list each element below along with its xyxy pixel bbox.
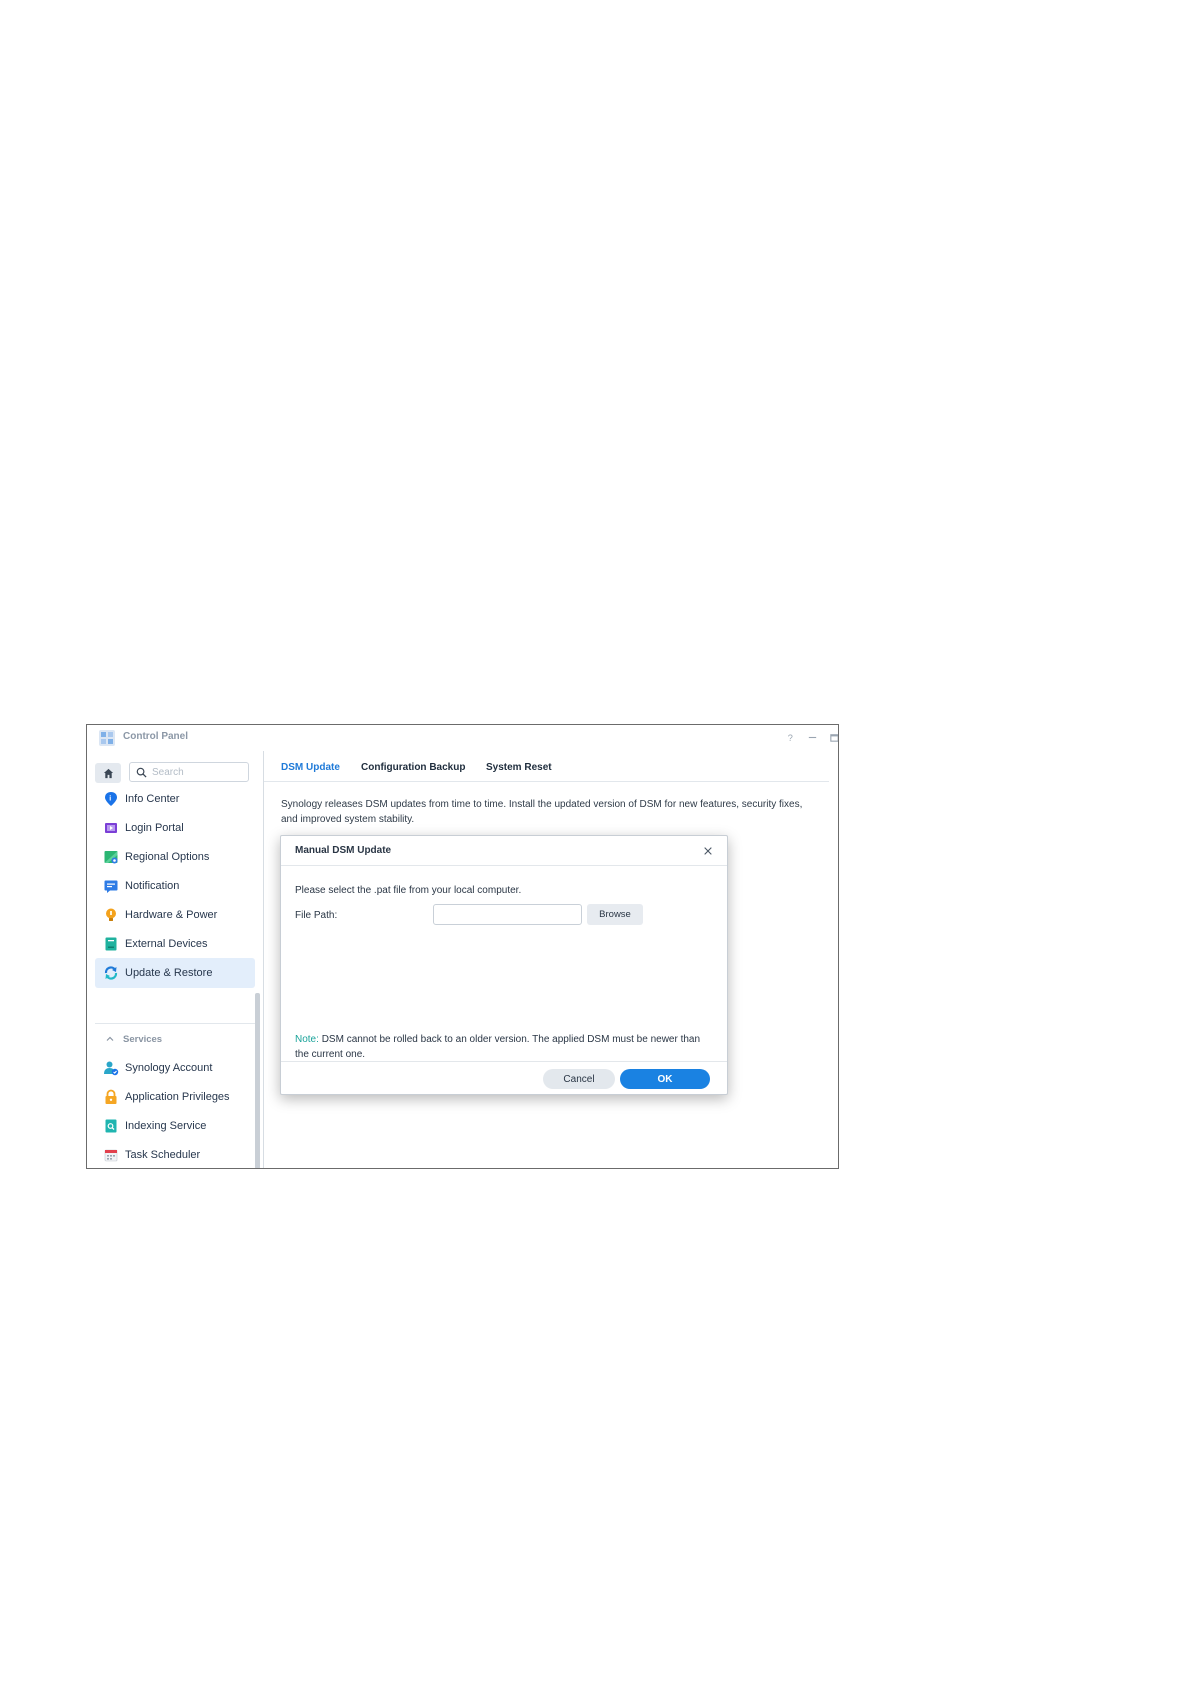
tab-bar: DSM Update Configuration Backup System R…: [264, 751, 829, 782]
sidebar-item-application-privileges[interactable]: Application Privileges: [95, 1082, 255, 1112]
cancel-button[interactable]: Cancel: [543, 1069, 615, 1089]
manual-dsm-update-dialog: Manual DSM Update Please select the .pat…: [280, 835, 728, 1095]
tab-system-reset[interactable]: System Reset: [486, 762, 552, 773]
account-icon: [103, 1060, 119, 1076]
ok-button[interactable]: OK: [620, 1069, 710, 1089]
sidebar-item-synology-account[interactable]: Synology Account: [95, 1053, 255, 1083]
sidebar-item-label: Synology Account: [125, 1062, 213, 1074]
sidebar-item-label: Notification: [125, 880, 180, 892]
title-bar: Control Panel ?: [87, 725, 838, 751]
sidebar-item-info-center[interactable]: i Info Center: [95, 784, 255, 814]
dsm-update-description: Synology releases DSM updates from time …: [281, 799, 803, 825]
sidebar-item-regional-options[interactable]: Regional Options: [95, 842, 255, 872]
tab-dsm-update[interactable]: DSM Update: [281, 762, 340, 773]
svg-text:i: i: [109, 796, 111, 803]
maximize-icon[interactable]: [825, 728, 838, 746]
note-label: Note:: [295, 1034, 319, 1045]
help-icon[interactable]: ?: [781, 728, 799, 746]
sidebar-item-notification[interactable]: Notification: [95, 871, 255, 901]
sidebar-item-label: Indexing Service: [125, 1120, 207, 1132]
login-portal-icon: [103, 820, 119, 836]
search-icon: [136, 767, 147, 778]
external-devices-icon: [103, 936, 119, 952]
svg-text:?: ?: [787, 733, 792, 743]
note-text: DSM cannot be rolled back to an older ve…: [295, 1034, 701, 1060]
dialog-header-divider: [281, 865, 727, 866]
dialog-note: Note: DSM cannot be rolled back to an ol…: [295, 1032, 705, 1062]
tab-configuration-backup[interactable]: Configuration Backup: [361, 762, 465, 773]
bulb-icon: [103, 907, 119, 923]
sidebar-item-update-restore[interactable]: Update & Restore: [95, 958, 255, 988]
indexing-icon: [103, 1118, 119, 1134]
control-panel-icon: [98, 729, 116, 747]
search-box[interactable]: [129, 762, 249, 782]
sidebar-item-label: Application Privileges: [125, 1091, 230, 1103]
minimize-icon[interactable]: [803, 728, 821, 746]
sidebar-item-label: Hardware & Power: [125, 909, 218, 921]
notification-icon: [103, 878, 119, 894]
sidebar-item-label: Login Portal: [125, 822, 184, 834]
sidebar-item-external-devices[interactable]: External Devices: [95, 929, 255, 959]
close-icon[interactable]: [701, 844, 715, 858]
home-icon: [103, 768, 113, 778]
sidebar-item-indexing-service[interactable]: Indexing Service: [95, 1111, 255, 1141]
file-path-field[interactable]: [433, 904, 582, 925]
window-title: Control Panel: [123, 731, 189, 742]
lock-icon: [103, 1089, 119, 1105]
search-input[interactable]: [152, 765, 242, 779]
sidebar-scrollbar[interactable]: [255, 993, 260, 1168]
dialog-title: Manual DSM Update: [295, 845, 392, 856]
update-restore-icon: [103, 965, 119, 981]
sidebar-item-label: Info Center: [125, 793, 180, 805]
sidebar-item-label: Update & Restore: [125, 967, 213, 979]
services-section-header[interactable]: Services: [95, 1030, 162, 1048]
chevron-up-icon: [106, 1036, 114, 1041]
regional-options-icon: [103, 849, 119, 865]
sidebar-item-hardware-power[interactable]: Hardware & Power: [95, 900, 255, 930]
sidebar-item-label: External Devices: [125, 938, 208, 950]
home-button[interactable]: [95, 763, 121, 783]
sidebar-item-label: Task Scheduler: [125, 1149, 201, 1161]
sidebar-item-task-scheduler[interactable]: Task Scheduler: [95, 1140, 255, 1168]
dialog-footer-divider: [281, 1061, 727, 1062]
browse-button[interactable]: Browse: [587, 904, 643, 925]
section-label: Services: [123, 1033, 163, 1045]
info-icon: i: [103, 791, 119, 807]
sidebar-item-label: Regional Options: [125, 851, 210, 863]
dialog-instruction: Please select the .pat file from your lo…: [295, 885, 522, 896]
calendar-icon: [103, 1147, 119, 1163]
file-path-label: File Path:: [295, 910, 338, 921]
sidebar: i Info Center Login Portal Regional Opti…: [87, 751, 264, 1168]
sidebar-item-login-portal[interactable]: Login Portal: [95, 813, 255, 843]
sidebar-divider: [95, 1023, 255, 1024]
